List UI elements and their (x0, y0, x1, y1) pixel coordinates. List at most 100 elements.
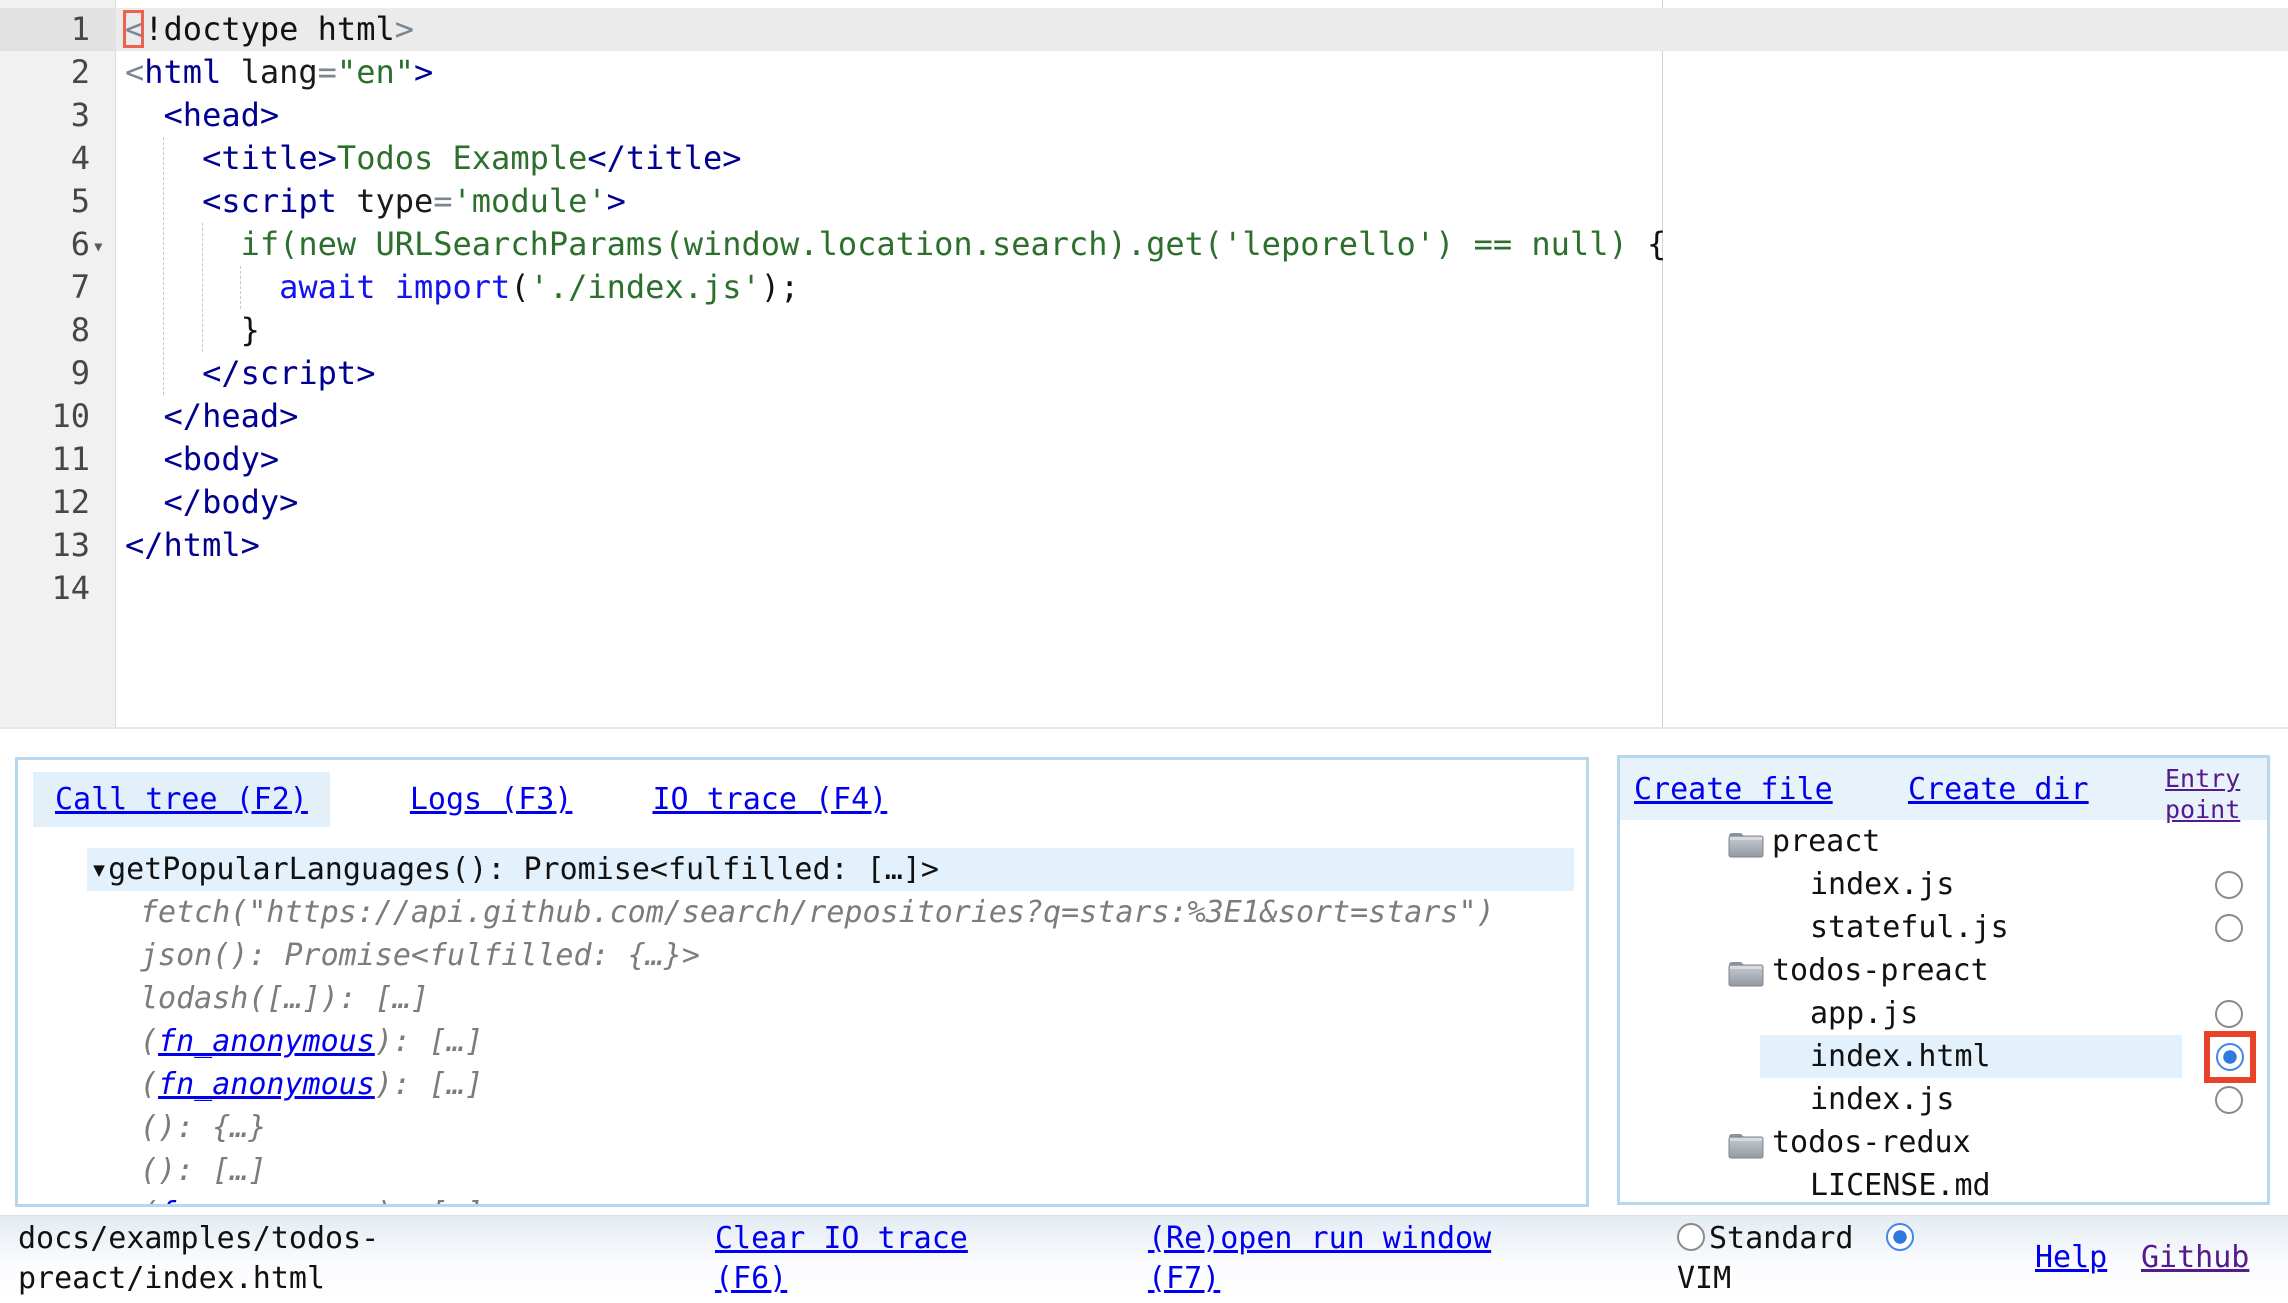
code-text: </body> (116, 481, 2288, 524)
line-number: 11 (0, 438, 116, 481)
file-browser-header: Create file Create dir Entry point (1620, 758, 2267, 820)
entry-point-marker (2204, 1031, 2256, 1083)
tab-link[interactable]: Call tree (F2) (55, 782, 308, 817)
code-line[interactable]: 3 <head> (0, 94, 2288, 137)
code-line[interactable]: 14 (0, 567, 2288, 610)
code-line[interactable]: 5 <script type='module'> (0, 180, 2288, 223)
code-line[interactable]: 13</html> (0, 524, 2288, 567)
entry-point-radio[interactable] (2215, 914, 2243, 942)
line-number: 7 (0, 266, 116, 309)
editor-cursor (123, 10, 144, 48)
entry-point-radio[interactable] (2215, 1000, 2243, 1028)
file-tree-dir-preact[interactable]: preact (1620, 820, 2267, 863)
code-editor[interactable]: 1<!doctype html>2<html lang="en">3 <head… (0, 0, 2288, 729)
file-name: index.js (1810, 867, 1955, 902)
folder-icon (1728, 828, 1764, 871)
line-number: 13 (0, 524, 116, 567)
github-link[interactable]: Github (2141, 1238, 2249, 1278)
call-label: ( (140, 1067, 158, 1102)
code-line[interactable]: 6▾ if(new URLSearchParams(window.locatio… (0, 223, 2288, 266)
call-tree-row[interactable]: json(): Promise<fulfilled: {…}> (140, 934, 1586, 977)
file-tree-file-app.js[interactable]: app.js (1620, 992, 2267, 1035)
vim-keybinding-radio[interactable] (1886, 1223, 1914, 1251)
panel-tabs: Call tree (F2) Logs (F3) IO trace (F4) (33, 772, 887, 827)
file-tree-file-stateful.js[interactable]: stateful.js (1620, 906, 2267, 949)
call-tree-row[interactable]: (fn_anonymous): […] (140, 1192, 1586, 1207)
call-tree-row[interactable]: fetch("https://api.github.com/search/rep… (140, 891, 1586, 934)
keybindings-radio-group: Standard VIM (1677, 1219, 1977, 1299)
call-tree-row[interactable]: (): {…} (140, 1106, 1586, 1149)
file-tree-file-index.js[interactable]: index.js (1620, 1078, 2267, 1121)
folder-icon (1728, 957, 1764, 1000)
tab-link[interactable]: Logs (F3) (410, 782, 573, 817)
call-label: (): […] (140, 1153, 266, 1188)
file-tree-dir-todos-redux[interactable]: todos-redux (1620, 1121, 2267, 1164)
standard-keybinding-label: Standard (1709, 1221, 1854, 1256)
call-label: ( (140, 1024, 158, 1059)
code-line[interactable]: 4 <title>Todos Example</title> (0, 137, 2288, 180)
help-link[interactable]: Help (2035, 1238, 2107, 1278)
code-text: </head> (116, 395, 2288, 438)
call-label: getPopularLanguages(): Promise<fulfilled… (108, 852, 939, 887)
code-line[interactable]: 8 } (0, 309, 2288, 352)
status-bar: docs/examples/todos-preact/index.html Cl… (0, 1215, 2288, 1303)
file-tree-dir-todos-preact[interactable]: todos-preact (1620, 949, 2267, 992)
file-tree-file-index.js[interactable]: index.js (1620, 863, 2267, 906)
entry-point-link[interactable]: Entry point (2165, 763, 2257, 825)
call-label: ( (140, 1196, 158, 1207)
line-number: 12 (0, 481, 116, 524)
file-name: stateful.js (1810, 910, 2009, 945)
anonymous-fn-link[interactable]: fn_anonymous (158, 1067, 375, 1102)
call-tree-row[interactable]: (fn_anonymous): […] (140, 1063, 1586, 1106)
call-label: ): […] (375, 1196, 483, 1207)
file-name: todos-redux (1772, 1125, 1971, 1160)
code-line[interactable]: 12 </body> (0, 481, 2288, 524)
indent-guide (202, 223, 203, 352)
code-line[interactable]: 2<html lang="en"> (0, 51, 2288, 94)
call-tree-row[interactable]: (): […] (140, 1149, 1586, 1192)
line-number: 9 (0, 352, 116, 395)
code-line[interactable]: 1<!doctype html> (0, 8, 2288, 51)
standard-keybinding-radio[interactable] (1677, 1223, 1705, 1251)
fold-toggle-icon[interactable]: ▾ (92, 225, 105, 268)
file-name: app.js (1810, 996, 1918, 1031)
file-tree-file-index.html[interactable]: index.html (1620, 1035, 2267, 1078)
call-label: ): […] (375, 1067, 483, 1102)
entry-point-radio-selected[interactable] (2216, 1043, 2244, 1071)
file-name: LICENSE.md (1810, 1168, 1991, 1203)
anonymous-fn-link[interactable]: fn_anonymous (158, 1024, 375, 1059)
line-number: 8 (0, 309, 116, 352)
call-label: lodash([…]): […] (140, 981, 429, 1016)
create-dir-link[interactable]: Create dir (1908, 772, 2089, 807)
reopen-run-window-link[interactable]: (Re)open run window (F7) (1148, 1219, 1518, 1299)
line-number: 4 (0, 137, 116, 180)
entry-point-radio[interactable] (2215, 1086, 2243, 1114)
code-line[interactable]: 7 await import('./index.js'); (0, 266, 2288, 309)
file-name: todos-preact (1772, 953, 1989, 988)
entry-point-radio[interactable] (2215, 871, 2243, 899)
call-tree-row[interactable]: (fn_anonymous): […] (140, 1020, 1586, 1063)
vim-keybinding-label: VIM (1677, 1261, 1731, 1296)
expand-triangle-icon[interactable]: ▾ (90, 852, 108, 887)
clear-io-trace-link[interactable]: Clear IO trace (F6) (715, 1219, 1005, 1299)
code-line[interactable]: 10 </head> (0, 395, 2288, 438)
folder-icon (1728, 1129, 1764, 1172)
line-number: 2 (0, 51, 116, 94)
code-text: <html lang="en"> (116, 51, 2288, 94)
call-label: json(): Promise<fulfilled: {…}> (140, 938, 700, 973)
indent-guide (240, 266, 241, 309)
anonymous-fn-link[interactable]: fn_anonymous (158, 1196, 375, 1207)
call-label: fetch("https://api.github.com/search/rep… (140, 895, 1495, 930)
code-line[interactable]: 11 <body> (0, 438, 2288, 481)
call-tree-row[interactable]: ▾getPopularLanguages(): Promise<fulfille… (87, 848, 1574, 891)
code-lines: 1<!doctype html>2<html lang="en">3 <head… (0, 8, 2288, 610)
code-text: <script type='module'> (116, 180, 2288, 223)
line-number: 6▾ (0, 223, 116, 266)
code-line[interactable]: 9 </script> (0, 352, 2288, 395)
call-tree-row[interactable]: lodash([…]): […] (140, 977, 1586, 1020)
code-text: </script> (116, 352, 2288, 395)
create-file-link[interactable]: Create file (1634, 772, 1833, 807)
tab-link[interactable]: IO trace (F4) (652, 782, 887, 817)
tab-call-tree-f2-: Call tree (F2) (33, 772, 330, 827)
file-tree-file-LICENSE.md[interactable]: LICENSE.md (1620, 1164, 2267, 1205)
